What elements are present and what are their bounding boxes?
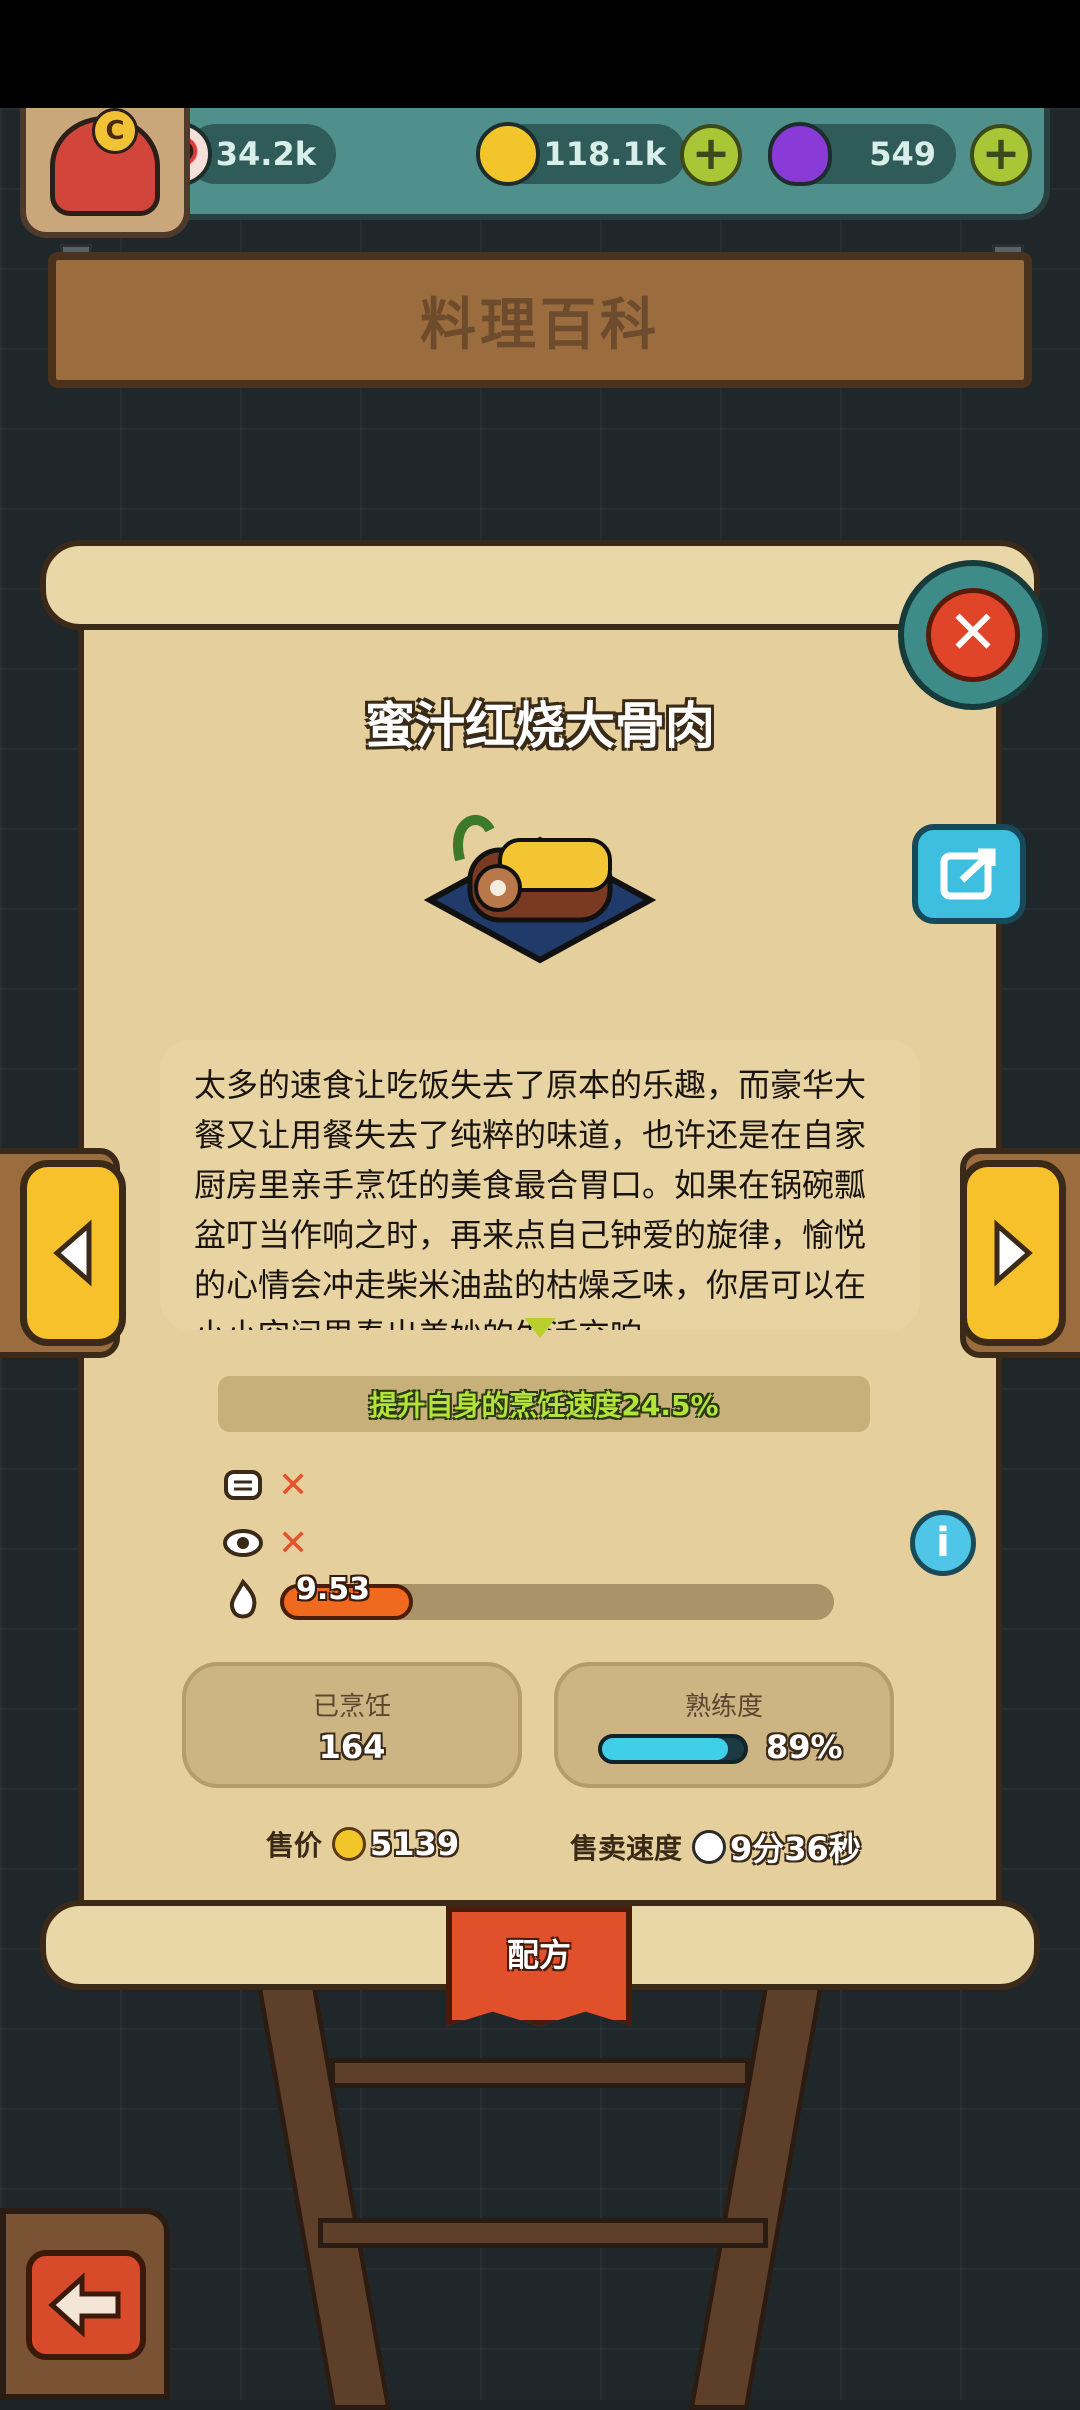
- proficiency-bar: [598, 1734, 748, 1764]
- sell-speed-value: 9分36秒: [730, 1830, 861, 1868]
- scroll-top-rod: [40, 540, 1040, 630]
- cooked-count: 164: [318, 1728, 386, 1766]
- add-potion-button[interactable]: +: [970, 124, 1032, 186]
- price-value: 5139: [370, 1825, 460, 1863]
- sell-speed-row: 售卖速度 9分36秒: [570, 1824, 861, 1870]
- dish-description: 太多的速食让吃饭失去了原本的乐趣，而豪华大餐又让用餐失去了纯粹的味道，也许还是在…: [194, 1066, 867, 1330]
- dish-illustration: [423, 815, 657, 964]
- easel-rung-1: [330, 2058, 750, 2088]
- page-title: 料理百科: [420, 292, 660, 358]
- status-bar: [0, 0, 1080, 108]
- back-arrow-icon: [48, 2272, 121, 2338]
- add-coin-button[interactable]: +: [680, 124, 742, 186]
- proficiency-bar-fill: [602, 1738, 729, 1760]
- teeth-icon: [224, 1470, 262, 1500]
- back-button[interactable]: [26, 2250, 146, 2360]
- proficiency-label: 熟练度: [684, 1692, 763, 1722]
- rank-badge: C: [92, 108, 138, 154]
- close-button[interactable]: ✕: [898, 560, 1048, 710]
- share-button[interactable]: [912, 824, 1026, 924]
- price-label: 售价: [266, 1829, 323, 1862]
- close-icon: ✕: [926, 588, 1020, 682]
- sell-speed-label: 售卖速度: [570, 1832, 683, 1865]
- proficiency-card: 熟练度 89%: [554, 1662, 894, 1788]
- effect-text: 提升自身的烹饪速度24.5%: [369, 1389, 719, 1422]
- cooked-label: 已烹饪: [312, 1692, 391, 1722]
- prev-dish-button[interactable]: [20, 1160, 126, 1346]
- player-avatar[interactable]: C: [20, 108, 190, 238]
- eyeball-value: 34.2k: [215, 135, 316, 173]
- cross-icon: ✕: [278, 1465, 309, 1506]
- price-row: 售价 5139: [266, 1824, 459, 1864]
- next-arrow-icon: [994, 1219, 1033, 1287]
- title-banner: 料理百科: [48, 252, 1032, 388]
- easel-rung-2: [318, 2218, 768, 2248]
- scroll-down-icon[interactable]: [524, 1318, 556, 1338]
- coin-icon: [476, 122, 540, 186]
- share-icon: [940, 848, 996, 900]
- coin-icon: [332, 1827, 367, 1861]
- info-button[interactable]: i: [910, 1510, 976, 1576]
- recipe-tab-label[interactable]: 配方: [446, 1930, 632, 1976]
- next-dish-button[interactable]: [960, 1160, 1066, 1346]
- heat-value: 9.53: [296, 1572, 371, 1607]
- cooked-card: 已烹饪 164: [182, 1662, 522, 1788]
- potion-icon: [768, 122, 832, 186]
- dish-name: 蜜汁红烧大骨肉: [365, 697, 715, 755]
- eye-icon: [223, 1529, 263, 1557]
- cross-icon: ✕: [278, 1523, 309, 1564]
- resource-bar: 34.2k 118.1k + 549 +: [148, 108, 1050, 220]
- clock-icon: [692, 1830, 727, 1864]
- flame-icon: [229, 1578, 257, 1619]
- coin-value: 118.1k: [543, 135, 667, 173]
- effect-banner: 提升自身的烹饪速度24.5%: [218, 1376, 870, 1432]
- proficiency-percent: 89%: [766, 1728, 843, 1766]
- description-panel[interactable]: 太多的速食让吃饭失去了原本的乐趣，而豪华大餐又让用餐失去了纯粹的味道，也许还是在…: [160, 1040, 920, 1330]
- potion-value: 549: [869, 135, 936, 173]
- prev-arrow-icon: [53, 1219, 92, 1287]
